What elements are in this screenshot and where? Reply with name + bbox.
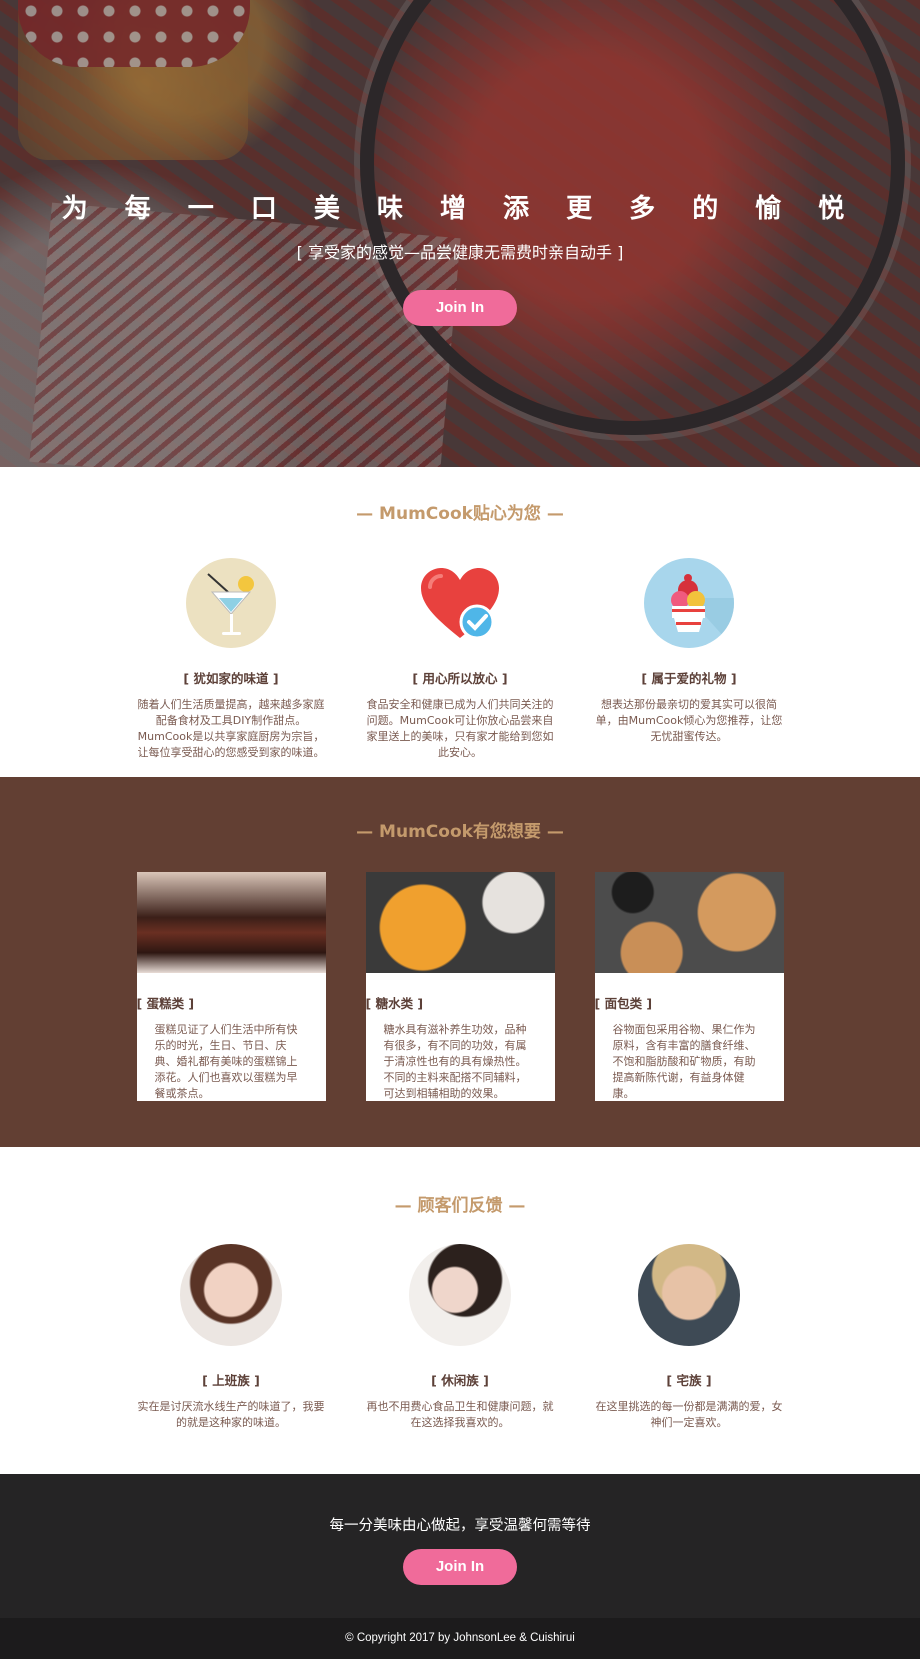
feature-title: [ 属于爱的礼物 ] bbox=[641, 671, 737, 686]
product-description: 蛋糕见证了人们生活中所有快乐的时光，生日、节日、庆典、婚礼都有美味的蛋糕锦上添花… bbox=[154, 1023, 298, 1100]
feature-title: [ 犹如家的味道 ] bbox=[183, 671, 279, 686]
cupcake-gift-icon bbox=[644, 558, 734, 648]
feedback-quote: 在这里挑选的每一份都是满满的爱，女神们一定喜欢。 bbox=[595, 1400, 783, 1429]
feature-description: 随着人们生活质量提高，越来越多家庭配备食材及工具DIY制作甜点。MumCook是… bbox=[137, 698, 325, 759]
product-description: 谷物面包采用谷物、果仁作为原料，含有丰富的膳食纤维、不饱和脂肪酸和矿物质，有助提… bbox=[612, 1023, 756, 1100]
hero-join-button[interactable]: Join In bbox=[403, 290, 517, 326]
product-title: [ 糖水类 ] bbox=[365, 996, 424, 1011]
feedback-title: [ 休闲族 ] bbox=[431, 1373, 489, 1388]
avatar bbox=[180, 1244, 282, 1346]
feedback-item: [ 休闲族 ] 再也不用费心食品卫生和健康问题，就在这选择我喜欢的。 bbox=[366, 1244, 555, 1431]
hero-subtitle: [ 享受家的感觉—品尝健康无需费时亲自动手 ] bbox=[296, 243, 624, 262]
feedback-item: [ 上班族 ] 实在是讨厌流水线生产的味道了，我要的就是这种家的味道。 bbox=[137, 1244, 326, 1431]
cta-text: 每一分美味由心做起，享受温馨何需等待 bbox=[329, 1518, 591, 1534]
feature-title: [ 用心所以放心 ] bbox=[412, 671, 508, 686]
product-description: 糖水具有滋补养生功效，品种有很多，有不同的功效，有属于清凉性也有的具有燥热性。不… bbox=[383, 1023, 527, 1100]
feedback-item: [ 宅族 ] 在这里挑选的每一份都是满满的爱，女神们一定喜欢。 bbox=[595, 1244, 784, 1431]
feedback-title: [ 上班族 ] bbox=[202, 1373, 260, 1388]
cake-photo bbox=[136, 872, 326, 973]
feedback-list: [ 上班族 ] 实在是讨厌流水线生产的味道了，我要的就是这种家的味道。 [ 休闲… bbox=[0, 1244, 920, 1431]
cta-section: 每一分美味由心做起，享受温馨何需等待 Join In bbox=[0, 1474, 920, 1618]
feedback-quote: 再也不用费心食品卫生和健康问题，就在这选择我喜欢的。 bbox=[366, 1400, 554, 1429]
bread-photo bbox=[594, 872, 784, 973]
feedback-heading: — 顾客们反馈 — bbox=[394, 1196, 526, 1216]
product-card[interactable]: [ 糖水类 ] 糖水具有滋补养生功效，品种有很多，有不同的功效，有属于清凉性也有… bbox=[365, 872, 555, 1101]
products-heading: — MumCook有您想要 — bbox=[356, 822, 564, 842]
hero-title: 为 每 一 口 美 味 增 添 更 多 的 愉 悦 bbox=[61, 194, 859, 224]
footer: © Copyright 2017 by JohnsonLee & Cuishir… bbox=[0, 1618, 920, 1659]
cocktail-icon bbox=[186, 558, 276, 648]
cta-join-button[interactable]: Join In bbox=[403, 1549, 517, 1585]
hero-banner: 为 每 一 口 美 味 增 添 更 多 的 愉 悦 [ 享受家的感觉—品尝健康无… bbox=[0, 0, 920, 467]
feature-description: 食品安全和健康已成为人们共同关注的问题。MumCook可让你放心品尝来自家里送上… bbox=[366, 698, 554, 759]
features-list: [ 犹如家的味道 ] 随着人们生活质量提高，越来越多家庭配备食材及工具DIY制作… bbox=[0, 558, 920, 761]
feedback-title: [ 宅族 ] bbox=[666, 1373, 712, 1388]
product-card[interactable]: [ 面包类 ] 谷物面包采用谷物、果仁作为原料，含有丰富的膳食纤维、不饱和脂肪酸… bbox=[594, 872, 784, 1101]
product-title: [ 面包类 ] bbox=[594, 996, 653, 1011]
products-section: — MumCook有您想要 — [ 蛋糕类 ] 蛋糕见证了人们生活中所有快乐的时… bbox=[0, 777, 920, 1147]
feature-item: [ 犹如家的味道 ] 随着人们生活质量提高，越来越多家庭配备食材及工具DIY制作… bbox=[137, 558, 326, 761]
feature-item: [ 用心所以放心 ] 食品安全和健康已成为人们共同关注的问题。MumCook可让… bbox=[366, 558, 555, 761]
features-section: — MumCook贴心为您 — [ 犹如家的味道 ] 随着人们生活质量提高，越来… bbox=[0, 467, 920, 777]
feedback-quote: 实在是讨厌流水线生产的味道了，我要的就是这种家的味道。 bbox=[137, 1400, 325, 1429]
feature-item: [ 属于爱的礼物 ] 想表达那份最亲切的爱其实可以很简单，由MumCook倾心为… bbox=[595, 558, 784, 761]
heart-check-icon bbox=[415, 558, 505, 648]
footer-copyright: © Copyright 2017 by JohnsonLee & Cuishir… bbox=[345, 1632, 575, 1644]
avatar bbox=[409, 1244, 511, 1346]
product-title: [ 蛋糕类 ] bbox=[136, 996, 195, 1011]
avatar bbox=[638, 1244, 740, 1346]
features-heading: — MumCook贴心为您 — bbox=[356, 504, 564, 524]
product-card[interactable]: [ 蛋糕类 ] 蛋糕见证了人们生活中所有快乐的时光，生日、节日、庆典、婚礼都有美… bbox=[136, 872, 326, 1101]
feedback-section: — 顾客们反馈 — [ 上班族 ] 实在是讨厌流水线生产的味道了，我要的就是这种… bbox=[0, 1147, 920, 1474]
sweet-soup-photo bbox=[365, 872, 555, 973]
products-list: [ 蛋糕类 ] 蛋糕见证了人们生活中所有快乐的时光，生日、节日、庆典、婚礼都有美… bbox=[0, 872, 920, 1101]
hero-content: 为 每 一 口 美 味 增 添 更 多 的 愉 悦 [ 享受家的感觉—品尝健康无… bbox=[0, 188, 920, 326]
feature-description: 想表达那份最亲切的爱其实可以很简单，由MumCook倾心为您推荐，让您无忧甜蜜传… bbox=[595, 698, 783, 743]
